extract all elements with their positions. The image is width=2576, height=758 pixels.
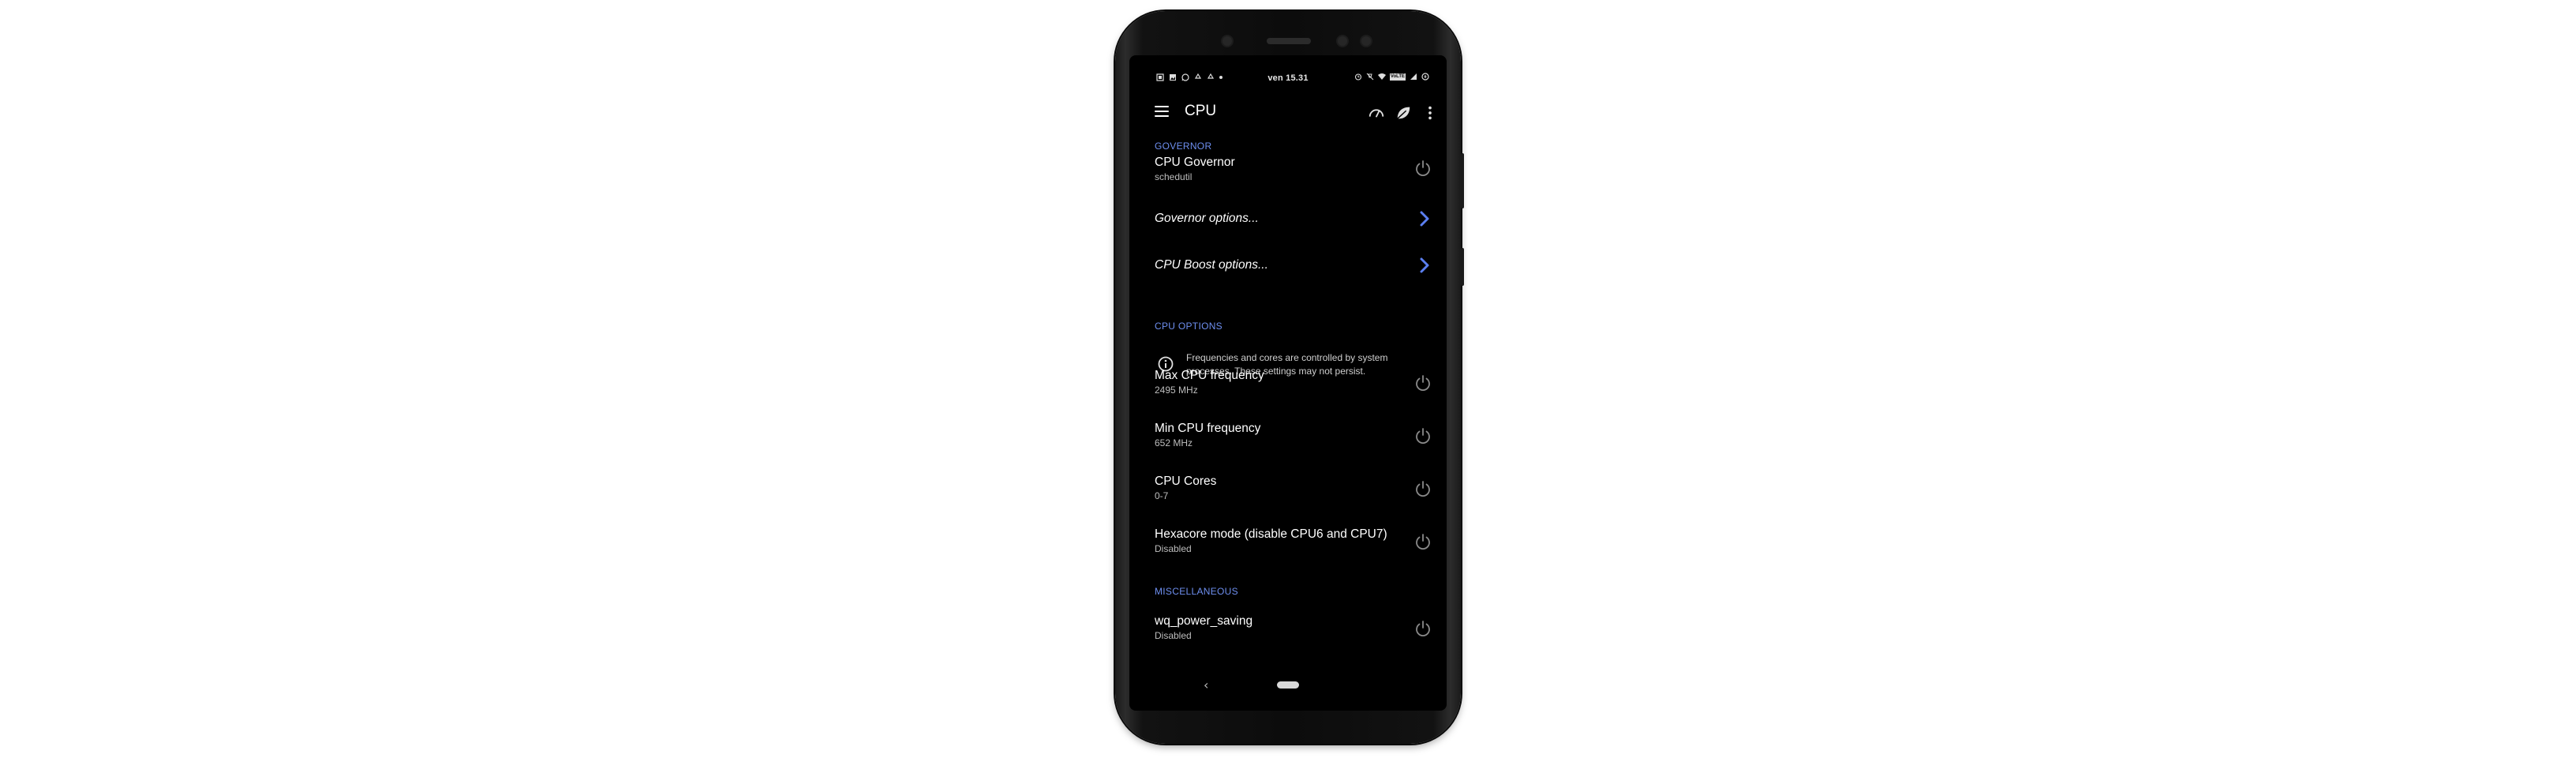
section-header-miscellaneous: MISCELLANEOUS [1155, 586, 1238, 597]
earpiece-speaker [1267, 38, 1311, 44]
more-vert-icon[interactable] [1421, 104, 1439, 122]
section-header-cpu-options: CPU OPTIONS [1155, 321, 1222, 332]
alarm-icon [1354, 73, 1361, 81]
wq-power-saving-row[interactable]: wq_power_saving Disabled [1155, 614, 1432, 646]
status-bar: ven 15.31 VoLTE [1129, 71, 1447, 90]
battery-icon [1421, 73, 1429, 81]
row-title: CPU Cores [1155, 475, 1217, 488]
wifi-icon [1377, 73, 1386, 80]
row-title: Hexacore mode (disable CPU6 and CPU7) [1155, 527, 1387, 541]
cpu-governor-row[interactable]: CPU Governor schedutil [1155, 156, 1432, 187]
power-icon[interactable] [1413, 619, 1432, 638]
row-value: Disabled [1155, 630, 1192, 641]
row-value: 0-7 [1155, 490, 1169, 501]
front-camera-left [1221, 35, 1234, 47]
power-icon[interactable] [1413, 479, 1432, 498]
signal-icon [1410, 73, 1417, 80]
stage: ven 15.31 VoLTE CPU GOVERNOR CPU Governo… [0, 0, 2576, 758]
row-title: Governor options... [1155, 212, 1259, 225]
page-title: CPU [1185, 103, 1217, 119]
power-icon[interactable] [1413, 373, 1432, 392]
power-icon[interactable] [1413, 426, 1432, 445]
row-value: 2495 MHz [1155, 385, 1198, 396]
row-title: CPU Governor [1155, 156, 1235, 169]
back-button[interactable]: ‹ [1204, 677, 1208, 692]
row-title: Min CPU frequency [1155, 422, 1261, 435]
app-bar: CPU [1129, 96, 1447, 128]
chevron-right-icon [1420, 211, 1429, 227]
power-icon[interactable] [1413, 159, 1432, 178]
leaf-icon[interactable] [1395, 104, 1412, 122]
hexacore-mode-row[interactable]: Hexacore mode (disable CPU6 and CPU7) Di… [1155, 527, 1432, 559]
max-cpu-frequency-row[interactable]: Max CPU frequency 2495 MHz [1155, 369, 1432, 400]
row-title: CPU Boost options... [1155, 258, 1268, 272]
row-value: schedutil [1155, 171, 1193, 182]
min-cpu-frequency-row[interactable]: Min CPU frequency 652 MHz [1155, 422, 1432, 453]
volume-button [1461, 153, 1464, 208]
power-button [1461, 248, 1464, 286]
phone-frame: ven 15.31 VoLTE CPU GOVERNOR CPU Governo… [1115, 11, 1464, 744]
cpu-cores-row[interactable]: CPU Cores 0-7 [1155, 475, 1432, 506]
front-sensor [1360, 35, 1372, 47]
chevron-right-icon [1420, 257, 1429, 273]
volte-icon: VoLTE [1389, 73, 1406, 81]
screen: ven 15.31 VoLTE CPU GOVERNOR CPU Governo… [1129, 55, 1447, 711]
status-right-icons: VoLTE [1354, 73, 1429, 81]
navigation-bar: ‹ [1129, 677, 1447, 693]
menu-icon[interactable] [1155, 106, 1169, 117]
power-icon[interactable] [1413, 532, 1432, 551]
row-value: Disabled [1155, 543, 1192, 554]
row-title: wq_power_saving [1155, 614, 1253, 628]
front-camera-right [1336, 35, 1349, 47]
row-value: 652 MHz [1155, 437, 1193, 448]
cpu-boost-options-row[interactable]: CPU Boost options... [1155, 257, 1432, 279]
section-header-governor: GOVERNOR [1155, 141, 1212, 152]
silent-icon [1366, 73, 1374, 81]
row-title: Max CPU frequency [1155, 369, 1264, 382]
home-pill[interactable] [1277, 681, 1299, 689]
speedometer-icon[interactable] [1368, 104, 1385, 122]
governor-options-row[interactable]: Governor options... [1155, 211, 1432, 232]
